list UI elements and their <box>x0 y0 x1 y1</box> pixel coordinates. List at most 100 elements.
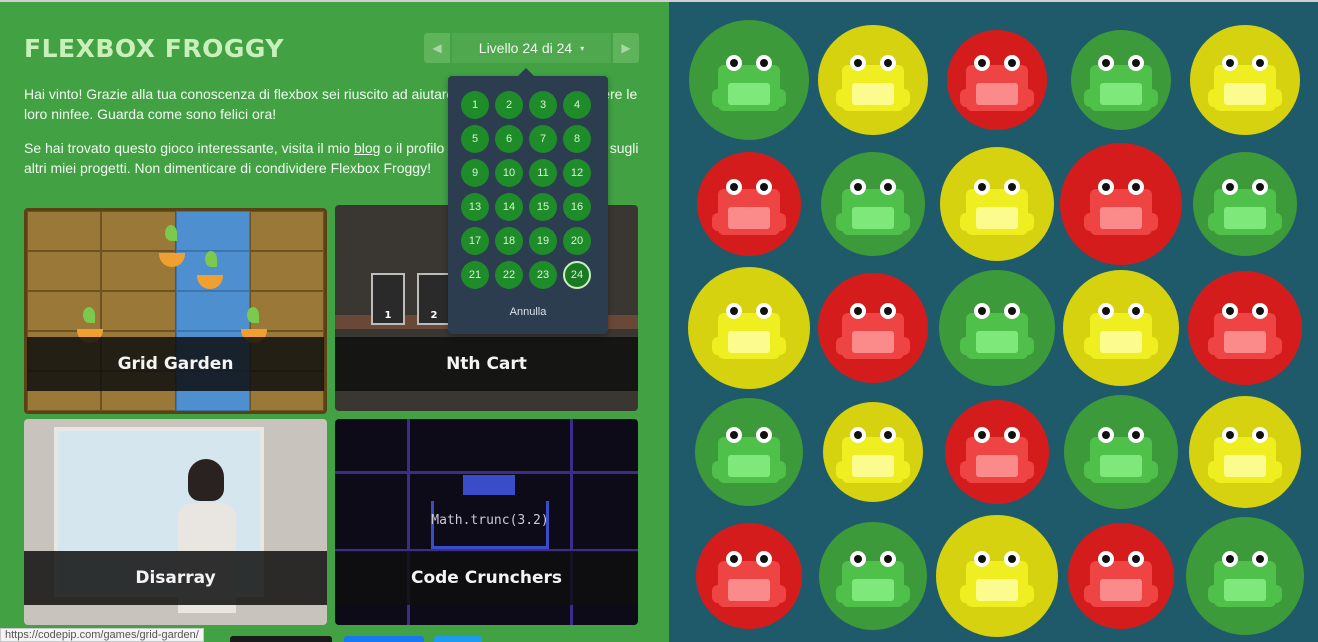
blog-link[interactable]: blog <box>354 140 380 156</box>
frog-icon <box>836 549 910 609</box>
level-button[interactable]: 1 <box>461 91 489 119</box>
game-card-grid-garden[interactable]: Grid Garden <box>24 208 327 414</box>
board-cell <box>1059 514 1183 638</box>
frog-icon <box>960 301 1034 361</box>
level-button[interactable]: 15 <box>529 193 557 221</box>
carrot-leaf-icon <box>247 307 259 323</box>
board-cell <box>1059 390 1183 514</box>
board-cell <box>1183 390 1307 514</box>
cancel-button[interactable]: Annulla <box>448 306 608 318</box>
level-dropdown: 1 2 3 4 5 6 7 8 9 10 11 12 13 14 15 16 17 18 19 20 21 22 23 24 … <box>448 68 608 334</box>
frog-icon <box>1084 177 1158 237</box>
board-cell <box>811 514 935 638</box>
level-button[interactable]: 23 <box>529 261 557 289</box>
board-cell <box>1059 266 1183 390</box>
cart-number: 2 <box>430 310 438 321</box>
game-card-label: Grid Garden <box>27 337 324 391</box>
frog-icon <box>712 177 786 237</box>
facebook-share-button[interactable] <box>344 636 424 642</box>
board-cell <box>935 18 1059 142</box>
board-cell <box>811 390 935 514</box>
level-button[interactable]: 12 <box>563 159 591 187</box>
carrot-leaf-icon <box>165 225 177 241</box>
frog-icon <box>836 53 910 113</box>
board-cell <box>1183 266 1307 390</box>
level-button[interactable]: 13 <box>461 193 489 221</box>
frog-icon <box>960 425 1034 485</box>
app-title: FLEXBOX FROGGY <box>24 34 284 63</box>
board-cell <box>935 142 1059 266</box>
board-cell <box>935 266 1059 390</box>
level-button[interactable]: 24 <box>563 261 591 289</box>
game-card-label: Code Crunchers <box>335 551 638 605</box>
level-button[interactable]: 6 <box>495 125 523 153</box>
board-cell <box>811 18 935 142</box>
board-cell <box>1059 18 1183 142</box>
game-board <box>669 0 1318 642</box>
frog-icon <box>960 177 1034 237</box>
code-box: Math.trunc(3.2) <box>431 501 549 549</box>
level-button[interactable]: 19 <box>529 227 557 255</box>
frog-icon <box>1208 425 1282 485</box>
caret-down-icon: ▾ <box>580 43 585 53</box>
level-button[interactable]: 11 <box>529 159 557 187</box>
level-button[interactable]: 4 <box>563 91 591 119</box>
level-button[interactable]: 17 <box>461 227 489 255</box>
board-cell <box>811 142 935 266</box>
level-button[interactable]: 7 <box>529 125 557 153</box>
level-button[interactable]: 2 <box>495 91 523 119</box>
frog-icon <box>960 53 1034 113</box>
level-button[interactable]: 22 <box>495 261 523 289</box>
frog-icon <box>836 425 910 485</box>
level-button[interactable]: 8 <box>563 125 591 153</box>
level-button[interactable]: 18 <box>495 227 523 255</box>
share-text-before: Se hai trovato questo gioco interessante… <box>24 140 354 156</box>
frog-icon <box>960 549 1034 609</box>
level-button[interactable]: 21 <box>461 261 489 289</box>
board-cell <box>687 390 811 514</box>
board-cell <box>687 514 811 638</box>
prev-level-button[interactable]: ◀ <box>424 33 450 63</box>
board-cell <box>1059 142 1183 266</box>
board-cell <box>687 266 811 390</box>
game-card-label: Nth Cart <box>335 337 638 391</box>
level-button[interactable]: 20 <box>563 227 591 255</box>
game-card-code-crunchers[interactable]: Math.trunc(3.2) Code Crunchers <box>335 419 638 625</box>
board-cell <box>687 18 811 142</box>
board-cell <box>1183 142 1307 266</box>
level-button[interactable]: 16 <box>563 193 591 221</box>
frog-icon <box>1208 549 1282 609</box>
robot-icon <box>463 475 515 495</box>
board-cell <box>935 514 1059 638</box>
board-cell <box>811 266 935 390</box>
frog-icon <box>1084 301 1158 361</box>
level-button[interactable]: 5 <box>461 125 489 153</box>
level-button[interactable]: 10 <box>495 159 523 187</box>
frog-icon <box>712 301 786 361</box>
frog-icon <box>712 53 786 113</box>
level-button[interactable]: 14 <box>495 193 523 221</box>
cart-number: 1 <box>384 310 392 321</box>
cart-icon: 2 <box>417 273 451 325</box>
frog-icon <box>712 549 786 609</box>
level-button[interactable]: 9 <box>461 159 489 187</box>
frog-icon <box>1208 53 1282 113</box>
level-indicator[interactable]: Livello 24 di 24 ▾ <box>452 33 611 63</box>
code-expression: Math.trunc(3.2) <box>431 513 549 528</box>
share-button-dark[interactable] <box>230 636 332 642</box>
cart-icon: 1 <box>371 273 405 325</box>
frog-icon <box>1208 301 1282 361</box>
frog-icon <box>1084 425 1158 485</box>
carrot-leaf-icon <box>83 307 95 323</box>
game-card-disarray[interactable]: Disarray <box>24 419 327 625</box>
sidebar: FLEXBOX FROGGY ◀ Livello 24 di 24 ▾ ▶ Ha… <box>0 0 669 642</box>
level-button[interactable]: 3 <box>529 91 557 119</box>
twitter-share-button[interactable] <box>434 636 482 642</box>
level-grid: 1 2 3 4 5 6 7 8 9 10 11 12 13 14 15 16 17 18 19 20 21 22 23 24 <box>461 91 591 289</box>
frog-icon <box>712 425 786 485</box>
status-bar-url: https://codepip.com/games/grid-garden/ <box>0 628 204 642</box>
board-cell <box>935 390 1059 514</box>
next-level-button[interactable]: ▶ <box>613 33 639 63</box>
frog-icon <box>1084 549 1158 609</box>
board-cell <box>1183 18 1307 142</box>
